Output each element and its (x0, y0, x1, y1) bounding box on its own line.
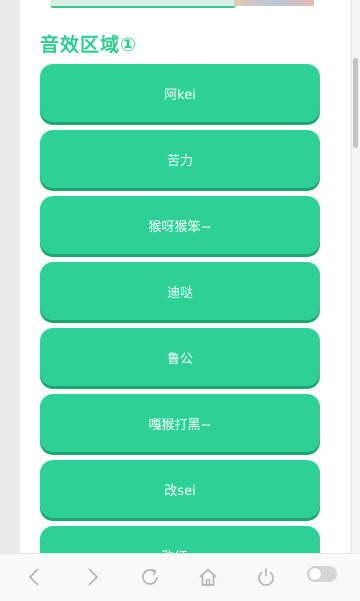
power-icon[interactable] (255, 566, 277, 588)
vertical-scrollbar[interactable] (352, 0, 360, 553)
toggle-switch[interactable] (307, 566, 337, 582)
sound-button[interactable]: 猴呀猴笨~ (40, 196, 320, 254)
sound-button[interactable]: 改sei (40, 460, 320, 518)
top-image-strip (234, 0, 314, 6)
sound-button[interactable]: 嘎猴打黑~ (40, 394, 320, 452)
sound-button-list: 阿kei 苦力 猴呀猴笨~ 迪哒 鲁公 嘎猴打黑~ 改sei 改红~ (40, 64, 320, 553)
sound-button[interactable]: 苦力 (40, 130, 320, 188)
section-title: 音效区域① (40, 34, 138, 56)
top-strip (50, 0, 236, 8)
refresh-icon[interactable] (139, 566, 161, 588)
sound-button[interactable]: 迪哒 (40, 262, 320, 320)
forward-icon[interactable] (81, 566, 103, 588)
page-content: 音效区域① 阿kei 苦力 猴呀猴笨~ 迪哒 鲁公 嘎猴打黑~ 改sei 改红~ (20, 0, 350, 553)
back-icon[interactable] (24, 566, 46, 588)
home-icon[interactable] (197, 566, 219, 588)
toggle-knob (308, 567, 322, 581)
sound-button[interactable]: 改红~ (40, 526, 320, 553)
scrollbar-thumb[interactable] (353, 58, 358, 148)
sound-button[interactable]: 鲁公 (40, 328, 320, 386)
sound-button[interactable]: 阿kei (40, 64, 320, 122)
browser-bottom-bar (0, 553, 360, 601)
